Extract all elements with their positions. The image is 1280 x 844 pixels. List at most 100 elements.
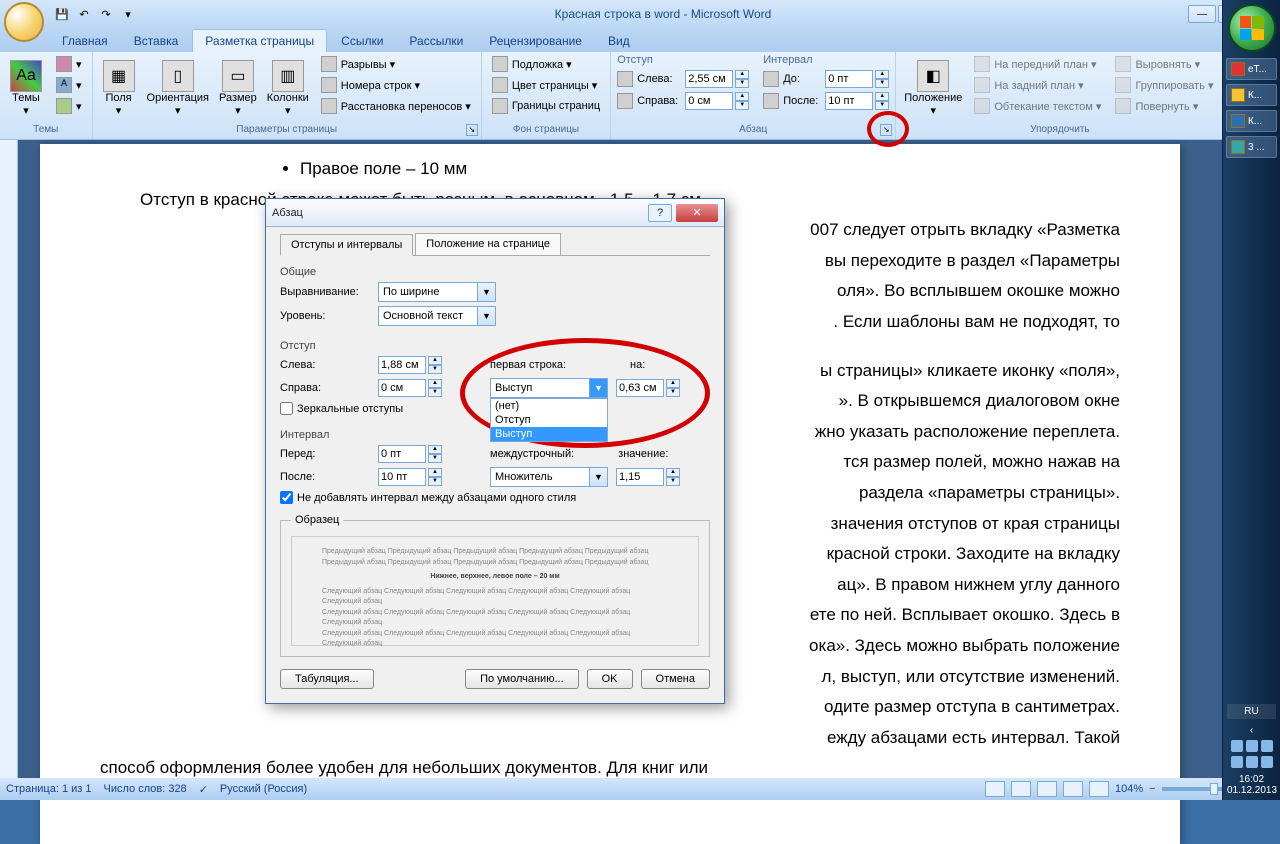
first-line-combo[interactable]: ▼ (нет) Отступ Выступ [490, 378, 608, 398]
no-space-checkbox[interactable] [280, 491, 293, 504]
size-button[interactable]: ▭Размер▾ [217, 54, 259, 122]
themes-button[interactable]: Aa Темы ▾ [6, 54, 46, 122]
titlebar: 💾 ↶ ↷ ▾ Красная строка в word - Microsof… [0, 0, 1280, 28]
indent-right-spinner[interactable]: ▲▼ [685, 92, 749, 110]
indent-right-field[interactable]: ▲▼ [378, 379, 442, 397]
theme-effects-button[interactable]: ▾ [52, 96, 86, 116]
tabs-button[interactable]: Табуляция... [280, 669, 374, 689]
dialog-close-button[interactable]: ✕ [676, 204, 718, 222]
default-button[interactable]: По умолчанию... [465, 669, 579, 689]
tray-expand-icon[interactable]: ‹ [1227, 725, 1276, 736]
tab-insert[interactable]: Вставка [122, 30, 191, 52]
outline-level-combo[interactable]: ▼ [378, 306, 496, 326]
taskbar-item[interactable]: 3 ... [1226, 136, 1277, 158]
taskbar-item[interactable]: eT... [1226, 58, 1277, 80]
status-words[interactable]: Число слов: 328 [104, 783, 187, 795]
dropdown-option-none[interactable]: (нет) [491, 399, 607, 413]
dialog-help-button[interactable]: ? [648, 204, 672, 222]
tab-review[interactable]: Рецензирование [477, 30, 594, 52]
text-wrap-button[interactable]: Обтекание текстом ▾ [970, 96, 1105, 116]
taskbar-item[interactable]: К... [1226, 84, 1277, 106]
view-web[interactable] [1037, 781, 1057, 797]
start-button[interactable] [1228, 4, 1276, 52]
statusbar: Страница: 1 из 1 Число слов: 328 ✓ Русск… [0, 778, 1280, 800]
indent-left-field[interactable]: ▲▼ [378, 356, 442, 374]
minimize-button[interactable]: — [1188, 5, 1216, 23]
rotate-button[interactable]: Повернуть ▾ [1111, 96, 1217, 116]
dropdown-option-indent[interactable]: Отступ [491, 413, 607, 427]
qat-customize-icon[interactable]: ▾ [118, 4, 138, 24]
ribbon-tabs: Главная Вставка Разметка страницы Ссылки… [0, 28, 1280, 52]
alignment-combo[interactable]: ▼ [378, 282, 496, 302]
spacing-before-field[interactable]: ▲▼ [378, 445, 442, 463]
save-icon[interactable]: 💾 [52, 4, 72, 24]
position-button[interactable]: ◧Положение▾ [902, 54, 964, 122]
line-spacing-combo[interactable]: ▼ [490, 467, 608, 487]
vertical-ruler[interactable] [0, 140, 18, 778]
line-numbers-button[interactable]: Номера строк ▾ [317, 75, 475, 95]
dialog-tab-indents[interactable]: Отступы и интервалы [280, 234, 413, 256]
ok-button[interactable]: OK [587, 669, 633, 689]
zoom-thumb[interactable] [1210, 783, 1218, 795]
tab-view[interactable]: Вид [596, 30, 642, 52]
page-setup-launcher[interactable]: ↘ [466, 124, 478, 136]
dialog-tab-position[interactable]: Положение на странице [415, 233, 561, 255]
page-color-button[interactable]: Цвет страницы ▾ [488, 75, 604, 95]
view-full-screen[interactable] [1011, 781, 1031, 797]
watermark-button[interactable]: Подложка ▾ [488, 54, 604, 74]
chevron-down-icon[interactable]: ▼ [590, 467, 608, 487]
status-proof-icon[interactable]: ✓ [199, 783, 208, 796]
network-icon[interactable] [1261, 756, 1273, 768]
send-back-button[interactable]: На задний план ▾ [970, 75, 1105, 95]
theme-colors-button[interactable]: ▾ [52, 54, 86, 74]
dialog-titlebar[interactable]: Абзац ? ✕ [266, 199, 724, 227]
tab-home[interactable]: Главная [50, 30, 120, 52]
spacing-before-spinner[interactable]: ▲▼ [825, 70, 889, 88]
redo-icon[interactable]: ↷ [96, 4, 116, 24]
breaks-button[interactable]: Разрывы ▾ [317, 54, 475, 74]
language-indicator[interactable]: RU [1227, 704, 1276, 719]
clock-date[interactable]: 01.12.2013 [1227, 785, 1276, 796]
rotate-icon [1115, 98, 1131, 114]
tray-icon[interactable] [1231, 756, 1243, 768]
tab-references[interactable]: Ссылки [329, 30, 395, 52]
chevron-down-icon[interactable]: ▼ [478, 306, 496, 326]
cancel-button[interactable]: Отмена [641, 669, 710, 689]
view-draft[interactable] [1089, 781, 1109, 797]
zoom-level[interactable]: 104% [1115, 783, 1143, 795]
margins-button[interactable]: ▦Поля▾ [99, 54, 139, 122]
chevron-down-icon[interactable]: ▼ [478, 282, 496, 302]
tab-mailings[interactable]: Рассылки [397, 30, 475, 52]
clock-time[interactable]: 16:02 [1227, 774, 1276, 785]
columns-button[interactable]: ▥Колонки▾ [265, 54, 311, 122]
group-button[interactable]: Группировать ▾ [1111, 75, 1217, 95]
theme-fonts-button[interactable]: A▾ [52, 75, 86, 95]
tray-icon[interactable] [1246, 740, 1258, 752]
dropdown-option-hanging[interactable]: Выступ [491, 427, 607, 441]
zoom-out-button[interactable]: − [1149, 783, 1155, 795]
spacing-after-field[interactable]: ▲▼ [378, 468, 442, 486]
status-language[interactable]: Русский (Россия) [220, 783, 307, 795]
volume-icon[interactable] [1246, 756, 1258, 768]
line-spacing-value-field[interactable]: ▲▼ [616, 468, 680, 486]
bring-front-button[interactable]: На передний план ▾ [970, 54, 1105, 74]
view-print-layout[interactable] [985, 781, 1005, 797]
tray-icon[interactable] [1231, 740, 1243, 752]
indent-left-spinner[interactable]: ▲▼ [685, 70, 749, 88]
align-button[interactable]: Выровнять ▾ [1111, 54, 1217, 74]
chevron-down-icon[interactable]: ▼ [590, 378, 608, 398]
view-outline[interactable] [1063, 781, 1083, 797]
page-borders-button[interactable]: Границы страниц [488, 96, 604, 116]
taskbar-item[interactable]: К... [1226, 110, 1277, 132]
paragraph-launcher[interactable]: ↘ [880, 124, 892, 136]
tray-icon[interactable] [1261, 740, 1273, 752]
hyphenation-button[interactable]: Расстановка переносов ▾ [317, 96, 475, 116]
office-button[interactable] [4, 2, 44, 42]
tab-page-layout[interactable]: Разметка страницы [192, 29, 327, 52]
spacing-after-spinner[interactable]: ▲▼ [825, 92, 889, 110]
first-line-value-field[interactable]: ▲▼ [616, 379, 680, 397]
orientation-button[interactable]: ▯Ориентация▾ [145, 54, 211, 122]
undo-icon[interactable]: ↶ [74, 4, 94, 24]
status-page[interactable]: Страница: 1 из 1 [6, 783, 92, 795]
mirror-indents-checkbox[interactable] [280, 402, 293, 415]
